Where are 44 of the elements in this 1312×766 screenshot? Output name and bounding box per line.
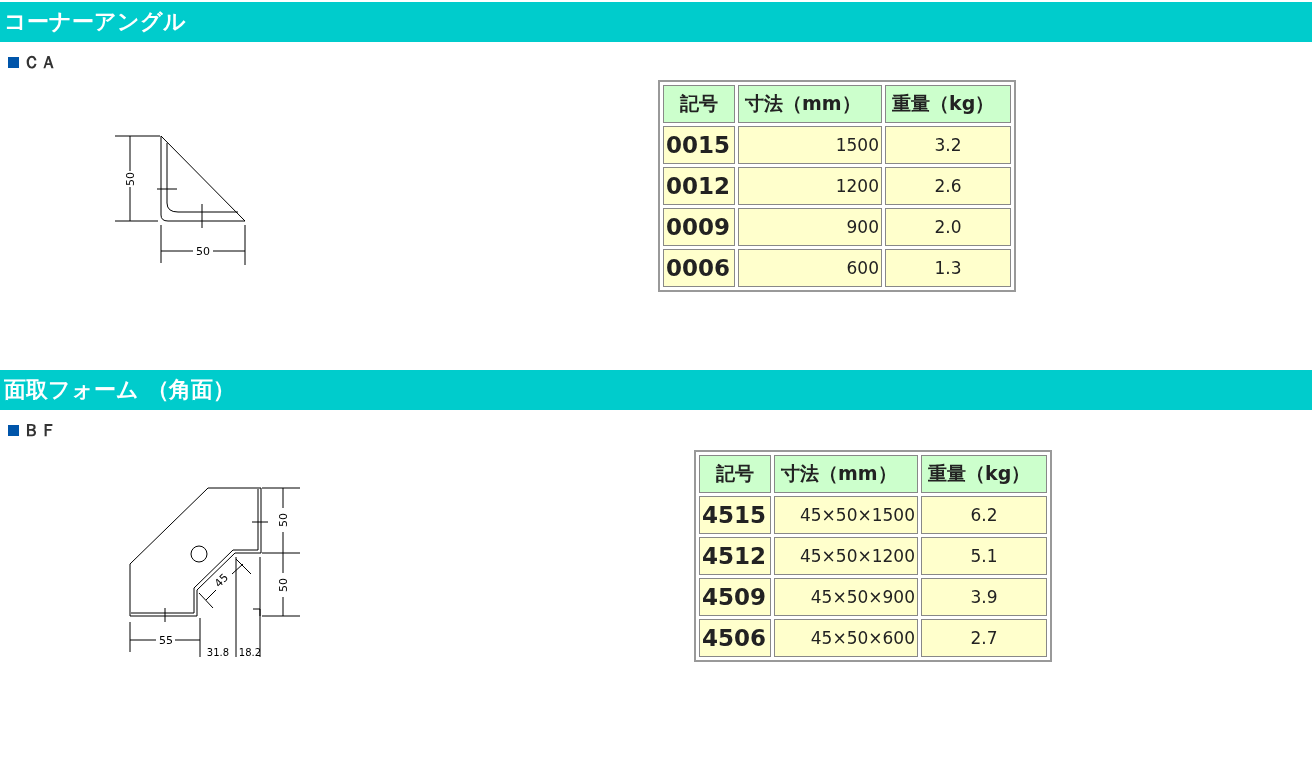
table-cell: 45×50×900 — [774, 578, 918, 616]
section-header: コーナーアングル — [0, 2, 1312, 42]
dimension-label: 50 — [277, 513, 290, 527]
table-cell: 2.7 — [921, 619, 1047, 657]
column-header: 寸法（mm） — [738, 85, 882, 123]
column-header: 寸法（mm） — [774, 455, 918, 493]
table-cell: 2.6 — [885, 167, 1011, 205]
column-header: 重量（kg） — [921, 455, 1047, 493]
dimension-label: 45 — [212, 571, 232, 591]
table-cell: 0015 — [663, 126, 735, 164]
table-cell: 3.9 — [921, 578, 1047, 616]
column-header: 記号 — [699, 455, 771, 493]
square-icon — [8, 424, 19, 436]
table-cell: 0009 — [663, 208, 735, 246]
table-cell: 4512 — [699, 537, 771, 575]
table-cell: 2.0 — [885, 208, 1011, 246]
table-cell: 600 — [738, 249, 882, 287]
dimension-label: 18.2 — [238, 647, 262, 658]
table-cell: 0012 — [663, 167, 735, 205]
dimension-label: 50 — [196, 245, 210, 258]
table-cell: 45×50×1500 — [774, 496, 918, 534]
dimension-label: 31.8 — [206, 647, 230, 658]
table-cell: 900 — [738, 208, 882, 246]
product-code: ＢＦ — [23, 418, 57, 442]
column-header: 記号 — [663, 85, 735, 123]
table-cell: 3.2 — [885, 126, 1011, 164]
table-cell: 1200 — [738, 167, 882, 205]
dimension-label: 55 — [159, 634, 173, 647]
table-cell: 45×50×1200 — [774, 537, 918, 575]
dimension-label: 50 — [277, 578, 290, 592]
table-cell: 6.2 — [921, 496, 1047, 534]
section-header: 面取フォーム （角面） — [0, 370, 1312, 410]
table-cell: 0006 — [663, 249, 735, 287]
square-icon — [8, 56, 19, 68]
table-cell: 1.3 — [885, 249, 1011, 287]
table-cell: 4509 — [699, 578, 771, 616]
dimension-label: 50 — [124, 172, 137, 186]
table-cell: 4506 — [699, 619, 771, 657]
table-cell: 1500 — [738, 126, 882, 164]
column-header: 重量（kg） — [885, 85, 1011, 123]
table-cell: 4515 — [699, 496, 771, 534]
table-cell: 45×50×600 — [774, 619, 918, 657]
table-cell: 5.1 — [921, 537, 1047, 575]
product-code: ＣＡ — [23, 50, 57, 74]
